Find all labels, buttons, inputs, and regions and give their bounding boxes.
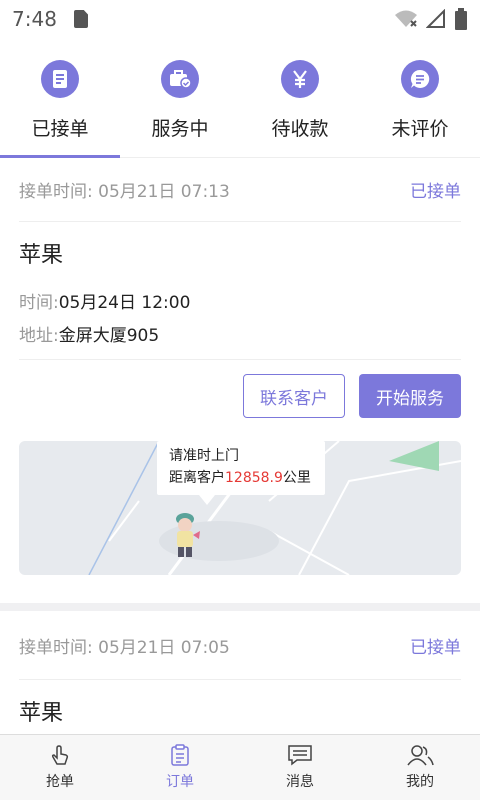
- nav-grab-order[interactable]: 抢单: [0, 735, 120, 800]
- status-badge: 已接单: [410, 637, 461, 658]
- nav-label: 订单: [166, 774, 194, 790]
- nav-messages[interactable]: 消息: [240, 735, 360, 800]
- nav-profile[interactable]: 我的: [360, 735, 480, 800]
- active-tab-indicator: [0, 155, 120, 158]
- map-info-bubble: 请准时上门 距离客户12858.9公里: [157, 441, 325, 495]
- status-bar: 7:48: [0, 0, 480, 38]
- order-tabs: 已接单 服务中 待收款 未评价: [0, 38, 480, 158]
- tab-label: 服务中: [151, 118, 209, 140]
- map-view[interactable]: 请准时上门 距离客户12858.9公里: [19, 441, 461, 575]
- status-badge: 已接单: [410, 182, 461, 202]
- tab-pending-payment[interactable]: 待收款: [240, 38, 360, 157]
- message-icon: [288, 745, 312, 766]
- tab-in-service[interactable]: 服务中: [120, 38, 240, 157]
- hand-tap-icon: [51, 745, 69, 765]
- chat-bubble-icon: [401, 60, 439, 98]
- nav-label: 我的: [406, 774, 434, 790]
- signal-icon: [426, 9, 445, 28]
- yen-icon: [281, 60, 319, 98]
- tab-label: 已接单: [31, 118, 89, 140]
- card-separator: [0, 603, 480, 611]
- order-header: 接单时间: 05月21日 07:05 已接单: [19, 611, 461, 680]
- tab-accepted[interactable]: 已接单: [0, 38, 120, 157]
- product-name: 苹果: [19, 243, 64, 268]
- courier-avatar-icon: [176, 513, 200, 557]
- distance-line: 距离客户12858.9公里: [169, 470, 311, 486]
- wifi-off-icon: [395, 10, 417, 27]
- bubble-tail: [199, 495, 215, 505]
- status-time: 7:48: [12, 7, 57, 31]
- clipboard-icon: [171, 744, 189, 766]
- accept-time: 接单时间: 05月21日 07:05: [19, 637, 230, 658]
- order-card[interactable]: 接单时间: 05月21日 07:05 已接单 苹果: [0, 611, 480, 742]
- accept-time: 接单时间: 05月21日 07:13: [19, 182, 230, 202]
- order-header: 接单时间: 05月21日 07:13 已接单: [19, 158, 461, 222]
- tab-label: 待收款: [271, 118, 329, 140]
- service-address: 地址: 金屏大厦905: [19, 326, 160, 346]
- tab-label: 未评价: [391, 118, 449, 140]
- briefcase-check-icon: [161, 60, 199, 98]
- tab-not-rated[interactable]: 未评价: [360, 38, 480, 157]
- order-actions: 联系客户 开始服务: [19, 360, 461, 432]
- product-name: 苹果: [19, 701, 64, 726]
- start-service-button[interactable]: 开始服务: [359, 374, 461, 418]
- order-card[interactable]: 接单时间: 05月21日 07:13 已接单 苹果 时间: 05月24日 12:0…: [0, 158, 480, 575]
- bottom-nav: 抢单 订单 消息 我的: [0, 734, 480, 800]
- contact-customer-button[interactable]: 联系客户: [243, 374, 345, 418]
- battery-icon: [455, 8, 467, 30]
- map-info-line1: 请准时上门: [169, 448, 239, 464]
- nav-orders[interactable]: 订单: [120, 735, 240, 800]
- service-time: 时间: 05月24日 12:00: [19, 293, 191, 313]
- user-icon: [407, 745, 434, 766]
- sd-card-icon: [74, 10, 88, 28]
- document-icon: [41, 60, 79, 98]
- nav-label: 消息: [286, 774, 314, 790]
- nav-label: 抢单: [46, 774, 74, 790]
